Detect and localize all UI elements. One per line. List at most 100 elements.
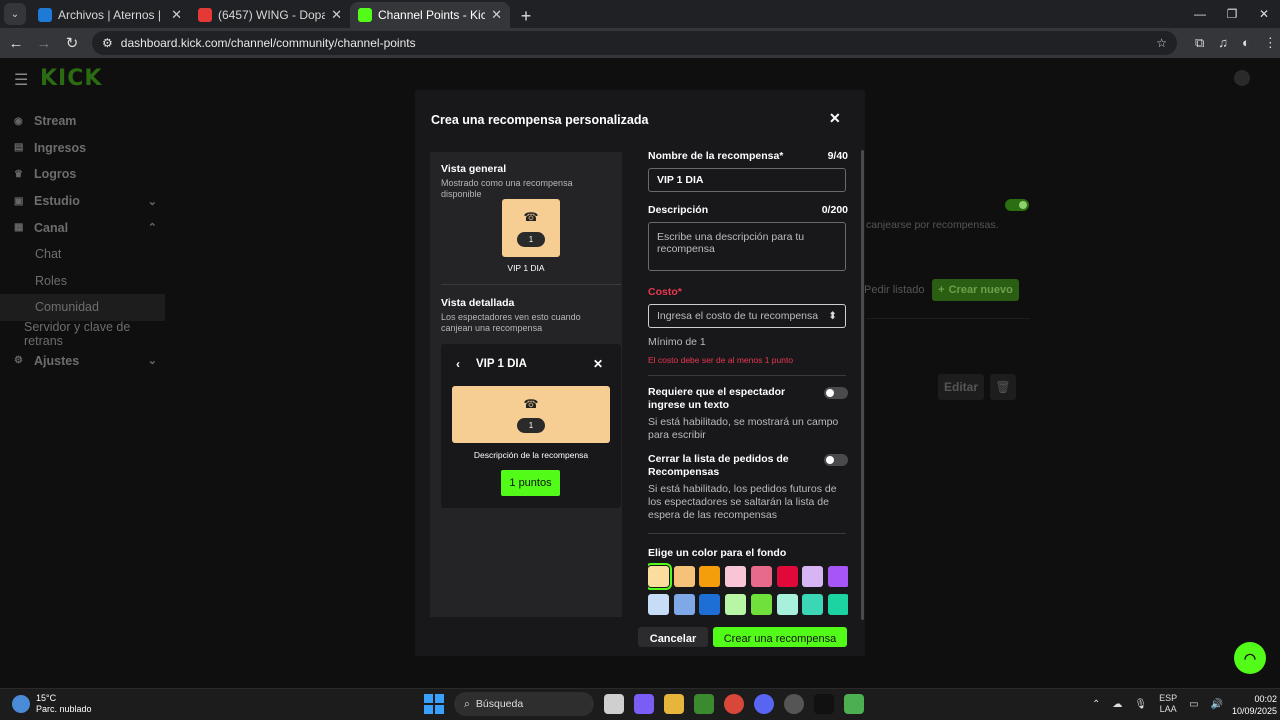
help-chat-button[interactable]: ◠ [1234,642,1266,674]
launcher-icon[interactable] [844,694,864,714]
detail-description: Descripción de la recompensa [473,450,589,460]
gear-icon: ⚙ [14,355,23,367]
color-swatch[interactable] [802,594,824,615]
extensions-icon[interactable]: ⧉ [1195,35,1204,51]
kick-logo[interactable]: KICK [40,66,102,91]
color-swatch[interactable] [802,566,824,587]
close-icon[interactable]: ✕ [829,110,841,127]
divider [648,533,846,534]
capcut-icon[interactable] [814,694,834,714]
profile-icon[interactable]: ◐ [1242,35,1250,51]
clock[interactable]: 00:02 10/09/2025 [1232,693,1277,717]
task-view-icon[interactable] [604,694,624,714]
forward-icon[interactable]: → [32,35,56,52]
sidebar-item-ajustes[interactable]: ⚙ Ajustes ⌄ [0,347,165,374]
cancel-button[interactable]: Cancelar [638,627,708,647]
color-swatch[interactable] [725,566,747,587]
toolbar-icons: ⧉ ♫ ◐ ⋮ [1195,35,1277,51]
monitor-icon[interactable]: ▭ [1189,699,1198,710]
color-swatch[interactable] [673,566,695,587]
color-swatch[interactable] [776,566,798,587]
sidebar-item-logros[interactable]: ♛ Logros [0,161,165,188]
sidebar-item-ingresos[interactable]: ▤ Ingresos [0,135,165,162]
color-swatch[interactable] [750,566,772,587]
minimize-icon[interactable]: — [1184,0,1216,28]
obs-icon[interactable] [784,694,804,714]
tab-search-chevron-icon[interactable]: ⌄ [4,3,26,25]
cost-pill: 1 [517,418,545,433]
color-swatch[interactable] [776,594,798,615]
editar-button[interactable]: Editar [938,374,984,400]
close-icon: ✕ [593,357,604,371]
media-icon[interactable]: ♫ [1218,35,1228,51]
sidebar-item-canal[interactable]: ▦ Canal ⌃ [0,214,165,241]
browser-tab-youtube[interactable]: (6457) WING - Dopamine (Offic ✕ [190,2,350,28]
weather-widget[interactable]: 15°C Parc. nublado [12,693,92,715]
browser-tab-aternos[interactable]: Archivos | Aternos | Servidor gr ✕ [30,2,190,28]
wallet-icon: ▤ [14,142,24,154]
color-swatch[interactable] [648,594,669,615]
sidebar-item-chat[interactable]: Chat [0,241,165,268]
browser-tab-kick[interactable]: Channel Points - Kick Dashboa ✕ [350,2,510,28]
sidebar-item-comunidad[interactable]: Comunidad [0,294,165,321]
lang-region: LAA [1159,704,1177,714]
color-swatch[interactable] [750,594,772,615]
discord-icon[interactable] [754,694,774,714]
pedir-listado-button[interactable]: Pedir listado [864,284,925,296]
browser-tab-bar: ⌄ Archivos | Aternos | Servidor gr ✕ (64… [0,0,1280,28]
color-swatch[interactable] [827,566,848,587]
reload-icon[interactable]: ↻ [60,34,84,52]
name-label: Nombre de la recompensa* [648,150,784,162]
volume-icon[interactable]: 🔊 [1211,699,1223,710]
search-icon: ⌕ [464,697,470,710]
sidebar-item-servidor[interactable]: Servidor y clave de retrans [0,320,165,348]
close-tab-icon[interactable]: ✕ [331,7,342,23]
color-swatch[interactable] [827,594,848,615]
color-swatch[interactable] [648,563,672,590]
hamburger-menu-icon[interactable]: ☰ [14,70,28,90]
bookmark-star-icon[interactable]: ☆ [1156,36,1167,50]
address-bar[interactable]: ⚙ dashboard.kick.com/channel/community/c… [92,31,1177,55]
close-tab-icon[interactable]: ✕ [491,7,502,23]
crear-nuevo-button[interactable]: + Crear nuevo [932,279,1019,301]
channel-points-toggle[interactable] [1005,199,1029,211]
sidebar-menu: ◉ Stream ▤ Ingresos ♛ Logros ▣ Estudio ⌄ ▦ Can… [0,108,165,374]
modal-scrollbar[interactable] [861,150,864,620]
maximize-icon[interactable]: ❐ [1216,0,1248,28]
color-swatch[interactable] [725,594,747,615]
network-icon[interactable]: ☁ [1112,699,1122,710]
color-swatch[interactable] [699,594,721,615]
sidebar-item-estudio[interactable]: ▣ Estudio ⌄ [0,188,165,215]
chevron-up-icon[interactable]: ⌃ [1092,699,1100,710]
divider [866,318,1030,319]
back-icon[interactable]: ← [4,35,28,52]
sidebar-item-stream[interactable]: ◉ Stream [0,108,165,135]
language-indicator[interactable]: ESP LAA [1159,693,1177,715]
close-window-icon[interactable]: ✕ [1248,0,1280,28]
cost-input[interactable]: Ingresa el costo de tu recompensa ⬍ [648,304,846,328]
reward-name-input[interactable]: VIP 1 DIA [648,168,846,192]
trash-icon[interactable]: 🗑 [990,374,1016,400]
chrome-icon[interactable] [724,694,744,714]
site-info-icon[interactable]: ⚙ [102,36,113,50]
color-swatch[interactable] [699,566,721,587]
close-tab-icon[interactable]: ✕ [171,7,182,23]
taskbar-search[interactable]: ⌕ Búsqueda [454,692,594,716]
microphone-icon[interactable]: 🎙 [1134,699,1147,710]
stepper-icon[interactable]: ⬍ [828,305,837,327]
file-explorer-icon[interactable] [664,694,684,714]
menu-dots-icon[interactable]: ⋮ [1264,35,1277,51]
minecraft-icon[interactable] [694,694,714,714]
close-queue-toggle[interactable] [824,454,848,466]
windows-start-icon[interactable] [424,694,444,714]
description-textarea[interactable]: Escribe una descripción para tu recompen… [648,222,846,271]
create-reward-button[interactable]: Crear una recompensa [713,627,847,647]
sidebar-item-roles[interactable]: Roles [0,268,165,295]
color-swatch[interactable] [673,594,695,615]
require-text-toggle[interactable] [824,387,848,399]
plus-icon: + [938,284,945,296]
user-avatar[interactable] [1234,70,1250,86]
copilot-icon[interactable] [634,694,654,714]
new-tab-icon[interactable]: + [514,4,538,28]
close-queue-desc: Si está habilitado, los pedidos futuros … [648,483,837,521]
